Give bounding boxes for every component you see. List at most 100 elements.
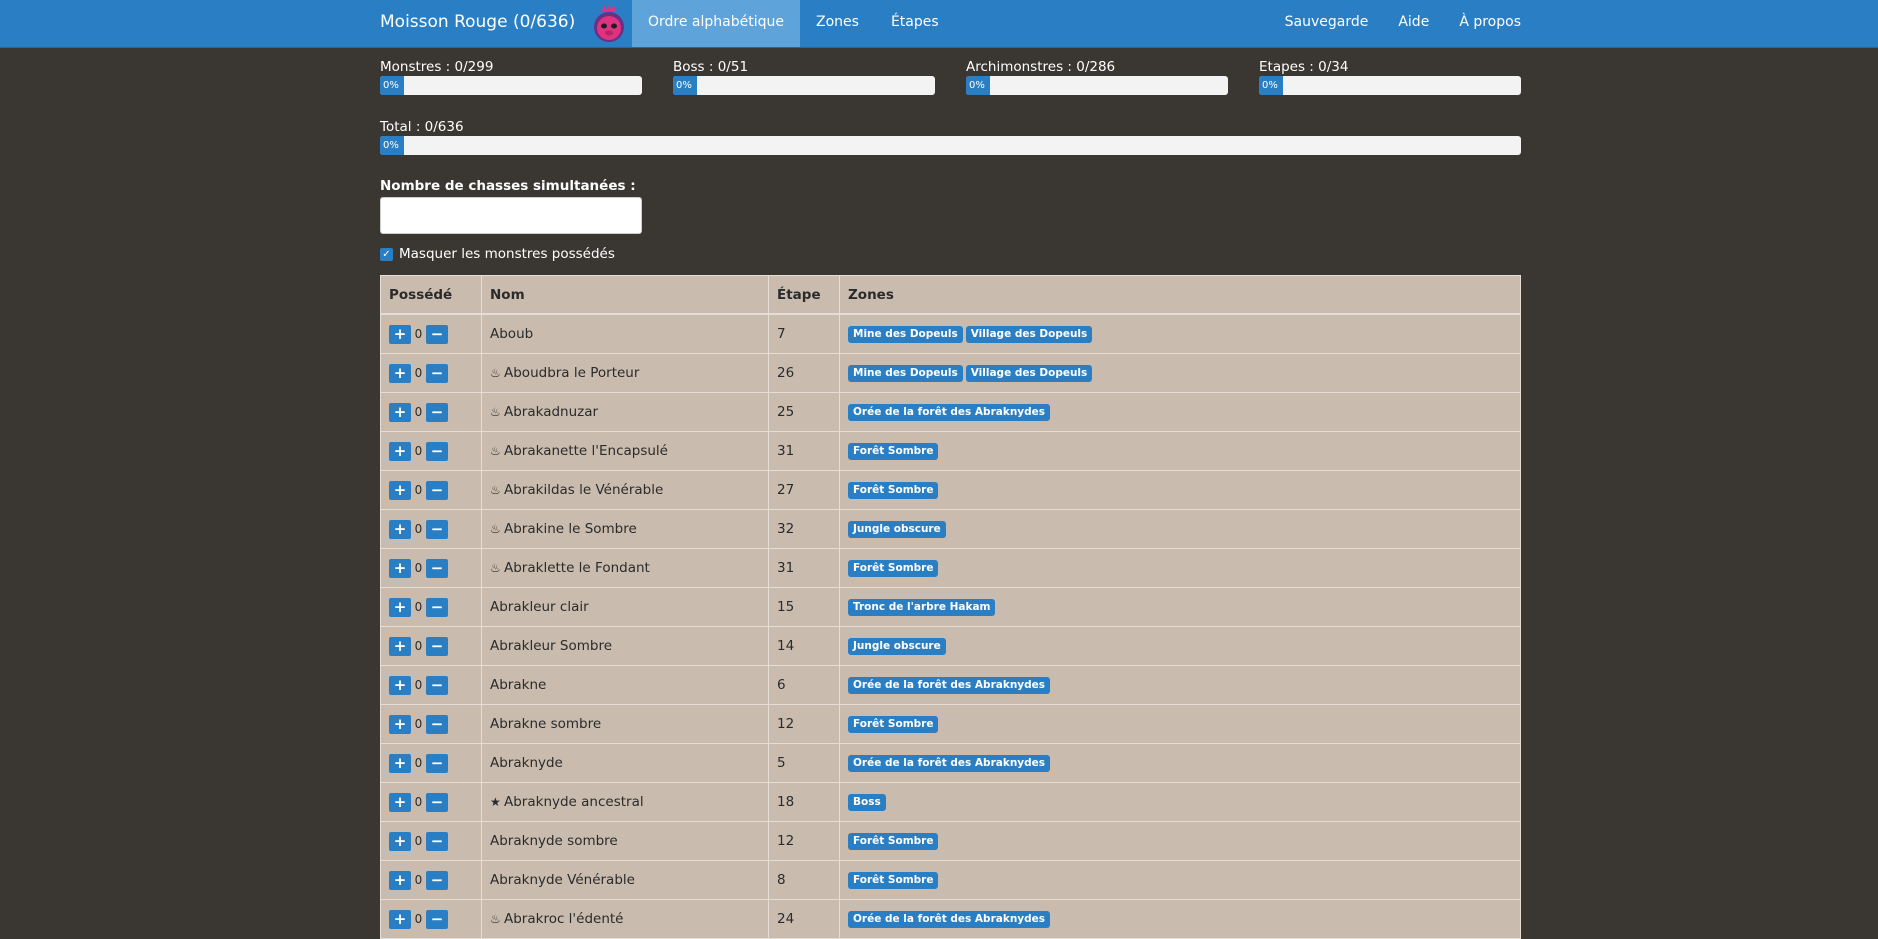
decrement-button[interactable]: − (426, 714, 448, 734)
name-cell: Aboub (481, 313, 769, 354)
zone-tag[interactable]: Mine des Dopeuls (848, 365, 963, 382)
increment-button[interactable]: + (389, 597, 411, 617)
zones-cell: Orée de la forêt des Abraknydes (839, 392, 1521, 432)
table-row: +0− Abrakne sombre 12 Forêt Sombre (380, 704, 1521, 744)
hunts-input[interactable] (380, 197, 642, 234)
table-row: +0− ♨ Aboudbra le Porteur 26 Mine des Dopeul… (380, 353, 1521, 393)
decrement-button[interactable]: − (426, 324, 448, 344)
zone-tag[interactable]: Forêt Sombre (848, 482, 939, 499)
increment-button[interactable]: + (389, 753, 411, 773)
step-cell: 15 (768, 587, 840, 627)
owned-count: 0 (414, 561, 423, 575)
increment-button[interactable]: + (389, 831, 411, 851)
step-cell: 12 (768, 821, 840, 861)
decrement-button[interactable]: − (426, 792, 448, 812)
decrement-button[interactable]: − (426, 753, 448, 773)
name-cell: ♨ Abrakroc l'édenté (481, 899, 769, 939)
increment-button[interactable]: + (389, 714, 411, 734)
decrement-button[interactable]: − (426, 636, 448, 656)
name-cell: ★ Abraknyde ancestral (481, 782, 769, 822)
zone-tag[interactable]: Jungle obscure (848, 638, 946, 655)
hide-owned-row[interactable]: ✓ Masquer les monstres possédés (380, 246, 615, 262)
zones-cell: Jungle obscure (839, 626, 1521, 666)
increment-button[interactable]: + (389, 324, 411, 344)
zone-tag[interactable]: Forêt Sombre (848, 833, 939, 850)
app-title[interactable]: Moisson Rouge (0/636) (380, 0, 575, 47)
zone-tag[interactable]: Tronc de l'arbre Hakam (848, 599, 996, 616)
archimonster-flame-icon: ♨ (490, 405, 501, 419)
table-header-row: Possédé Nom Étape Zones (380, 275, 1521, 315)
increment-button[interactable]: + (389, 402, 411, 422)
decrement-button[interactable]: − (426, 558, 448, 578)
zone-tag[interactable]: Orée de la forêt des Abraknydes (848, 755, 1051, 772)
increment-button[interactable]: + (389, 519, 411, 539)
header-name[interactable]: Nom (481, 275, 769, 315)
nav-help[interactable]: Aide (1368, 0, 1429, 47)
increment-button[interactable]: + (389, 363, 411, 383)
step-cell: 31 (768, 548, 840, 588)
owned-cell: +0− (380, 509, 482, 549)
zone-tag[interactable]: Forêt Sombre (848, 716, 939, 733)
increment-button[interactable]: + (389, 441, 411, 461)
decrement-button[interactable]: − (426, 909, 448, 929)
monster-name: Abrakleur Sombre (490, 638, 613, 654)
increment-button[interactable]: + (389, 792, 411, 812)
decrement-button[interactable]: − (426, 870, 448, 890)
decrement-button[interactable]: − (426, 597, 448, 617)
decrement-button[interactable]: − (426, 402, 448, 422)
stat-boss: Boss : 0/51 0% (673, 58, 935, 95)
archimonster-flame-icon: ♨ (490, 522, 501, 536)
zone-tag[interactable]: Orée de la forêt des Abraknydes (848, 911, 1051, 928)
owned-count: 0 (414, 405, 423, 419)
increment-button[interactable]: + (389, 558, 411, 578)
zone-tag[interactable]: Forêt Sombre (848, 443, 939, 460)
zone-tag[interactable]: Jungle obscure (848, 521, 946, 538)
table-row: +0− Abraknyde Vénérable 8 Forêt Sombre (380, 860, 1521, 900)
step-cell: 14 (768, 626, 840, 666)
monster-name: Abrakleur clair (490, 599, 589, 615)
nav-alphabetical[interactable]: Ordre alphabétique (632, 0, 800, 47)
nav-zones[interactable]: Zones (800, 0, 875, 47)
decrement-button[interactable]: − (426, 831, 448, 851)
nav-steps[interactable]: Étapes (875, 0, 955, 47)
increment-button[interactable]: + (389, 909, 411, 929)
zone-tag[interactable]: Mine des Dopeuls (848, 326, 963, 343)
table-row: +0− Abrakleur clair 15 Tronc de l'arbre Hak… (380, 587, 1521, 627)
increment-button[interactable]: + (389, 870, 411, 890)
zones-cell: Orée de la forêt des Abraknydes (839, 743, 1521, 783)
decrement-button[interactable]: − (426, 441, 448, 461)
zone-tag[interactable]: Forêt Sombre (848, 560, 939, 577)
zone-tag[interactable]: Forêt Sombre (848, 872, 939, 889)
name-cell: Abrakne sombre (481, 704, 769, 744)
zone-tag[interactable]: Village des Dopeuls (965, 365, 1093, 382)
zone-tag[interactable]: Village des Dopeuls (965, 326, 1093, 343)
owned-cell: +0− (380, 431, 482, 471)
decrement-button[interactable]: − (426, 363, 448, 383)
header-owned[interactable]: Possédé (380, 275, 482, 315)
owned-cell: +0− (380, 392, 482, 432)
stat-steps-bar: 0% (1259, 76, 1521, 95)
header-step[interactable]: Étape (768, 275, 840, 315)
zone-tag[interactable]: Orée de la forêt des Abraknydes (848, 677, 1051, 694)
table-row: +0− Abrakleur Sombre 14 Jungle obscure (380, 626, 1521, 666)
increment-button[interactable]: + (389, 480, 411, 500)
stat-boss-fill: 0% (673, 76, 697, 95)
hide-owned-checkbox[interactable]: ✓ (380, 247, 393, 261)
zone-tag[interactable]: Boss (848, 794, 886, 811)
decrement-button[interactable]: − (426, 519, 448, 539)
table-row: +0− Abrakne 6 Orée de la forêt des Abraknyd… (380, 665, 1521, 705)
stat-boss-label: Boss : 0/51 (673, 59, 749, 75)
owned-count: 0 (414, 678, 423, 692)
owned-count: 0 (414, 717, 423, 731)
nav-save[interactable]: Sauvegarde (1255, 0, 1369, 47)
name-cell: Abraknyde Vénérable (481, 860, 769, 900)
increment-button[interactable]: + (389, 675, 411, 695)
increment-button[interactable]: + (389, 636, 411, 656)
step-cell: 5 (768, 743, 840, 783)
decrement-button[interactable]: − (426, 480, 448, 500)
decrement-button[interactable]: − (426, 675, 448, 695)
table-row: +0− Abraknyde sombre 12 Forêt Sombre (380, 821, 1521, 861)
header-zones[interactable]: Zones (839, 275, 1521, 315)
nav-about[interactable]: À propos (1429, 0, 1521, 47)
zone-tag[interactable]: Orée de la forêt des Abraknydes (848, 404, 1051, 421)
